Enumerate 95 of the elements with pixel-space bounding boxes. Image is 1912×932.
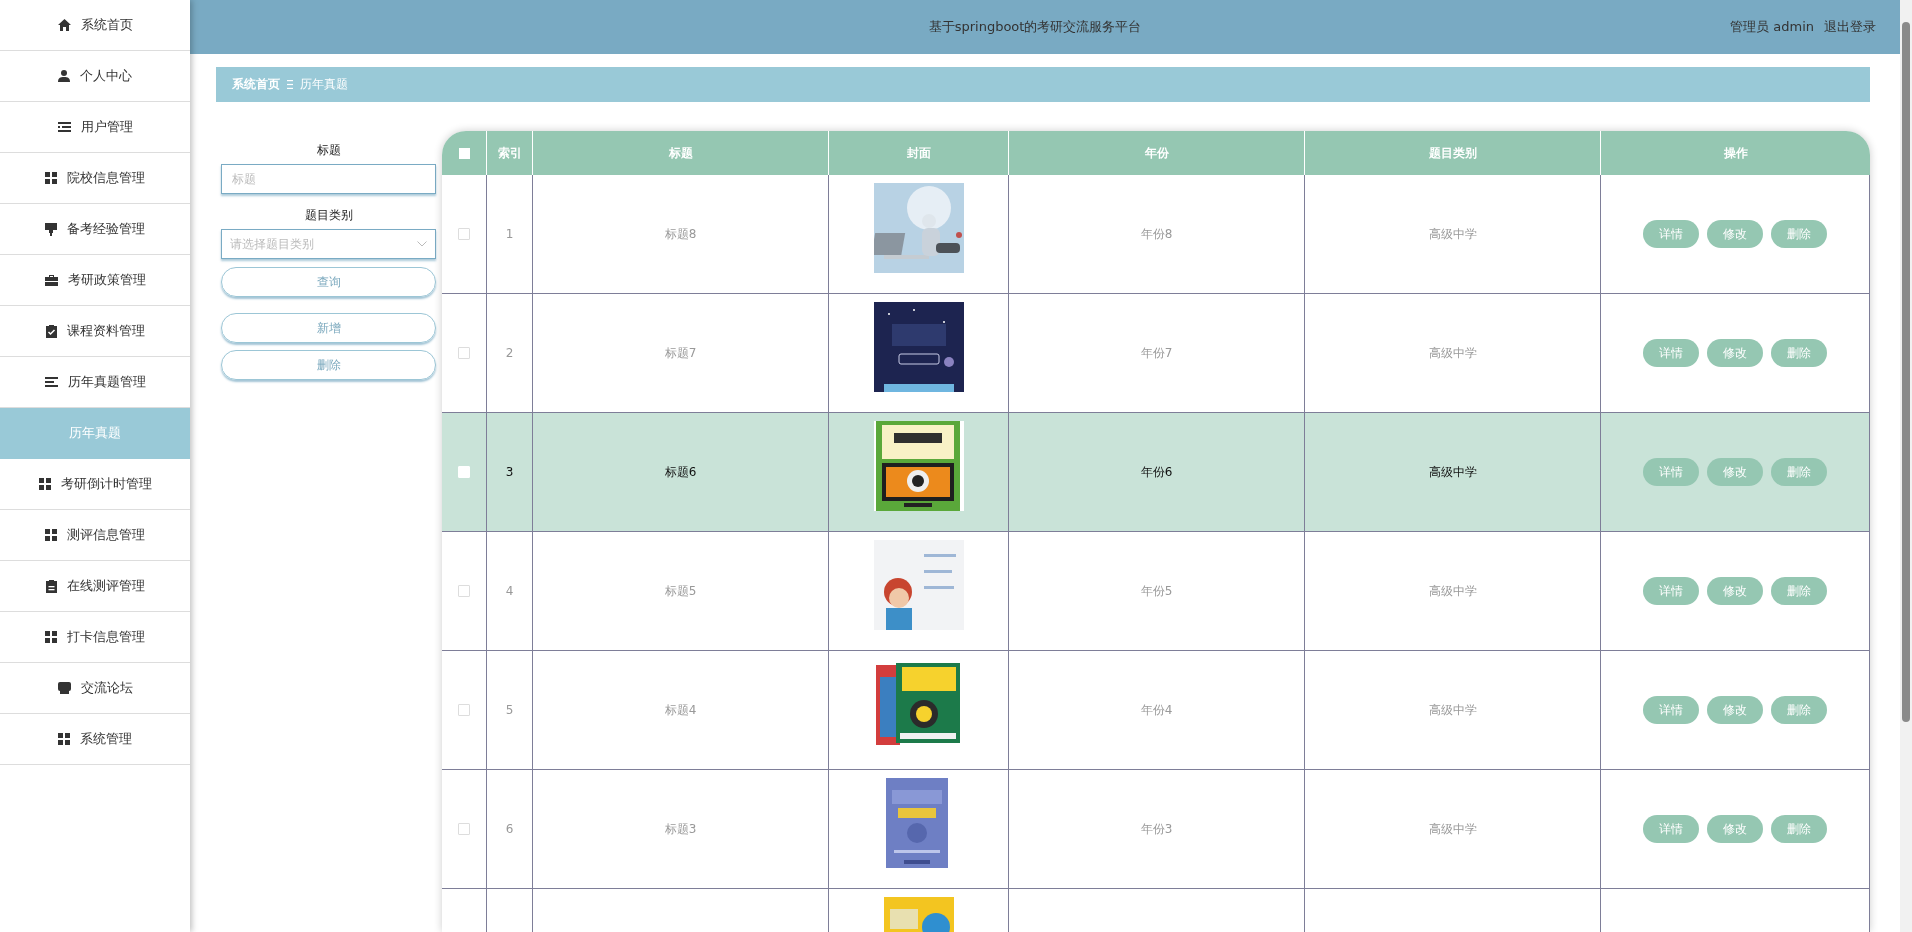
sidebar-item[interactable]: 交流论坛 <box>0 663 190 714</box>
briefcase-icon <box>44 274 58 286</box>
sidebar-item[interactable]: 在线测评管理 <box>0 561 190 612</box>
delete-button[interactable]: 删除 <box>1771 458 1827 486</box>
table-cell: 4 <box>486 532 532 651</box>
sidebar-item[interactable]: 考研政策管理 <box>0 255 190 306</box>
inbox-icon <box>57 682 71 694</box>
row-checkbox[interactable] <box>458 228 470 240</box>
table-cell: 标题6 <box>532 413 828 532</box>
table-row[interactable]: 1 标题8 年份8 高级中学 详情 修改 删除 <box>442 175 1870 294</box>
field-label: 标题 <box>315 142 342 159</box>
brush-icon <box>45 222 57 236</box>
sidebar-item[interactable]: 测评信息管理 <box>0 510 190 561</box>
table-cell: 标题5 <box>532 532 828 651</box>
category-select[interactable]: 请选择题目类别 <box>221 229 436 259</box>
table-cell: 年份5 <box>1008 532 1304 651</box>
sidebar-item[interactable]: 院校信息管理 <box>0 153 190 204</box>
sidebar-item[interactable]: 考研倒计时管理 <box>0 459 190 510</box>
table-row[interactable]: 3 标题6 年份6 高级中学 详情 修改 删除 <box>442 413 1870 532</box>
sidebar-item[interactable]: 历年真题 <box>0 408 190 459</box>
details-button[interactable]: 详情 <box>1643 339 1699 367</box>
title-field[interactable]: 标题 <box>221 164 436 194</box>
column-header: 标题 <box>532 131 828 175</box>
delete-button[interactable]: 删除 <box>1771 220 1827 248</box>
details-button[interactable]: 详情 <box>1643 458 1699 486</box>
delete-button[interactable]: 删除 <box>1771 339 1827 367</box>
row-checkbox[interactable] <box>458 347 470 359</box>
table-cell: 1 <box>486 175 532 294</box>
edit-button[interactable]: 修改 <box>1707 339 1763 367</box>
edit-button[interactable]: 修改 <box>1707 220 1763 248</box>
row-checkbox[interactable] <box>458 585 470 597</box>
column-header: 索引 <box>486 131 532 175</box>
sidebar-item[interactable]: 系统管理 <box>0 714 190 765</box>
user-label: 管理员 admin <box>1730 18 1814 36</box>
column-header: 题目类别 <box>1304 131 1600 175</box>
table-row[interactable]: 5 标题4 年份4 高级中学 详情 修改 删除 <box>442 651 1870 770</box>
details-button[interactable]: 详情 <box>1643 577 1699 605</box>
table-cell: 标题3 <box>532 770 828 889</box>
clipboard-check-icon <box>45 324 57 338</box>
column-header: 操作 <box>1600 131 1870 175</box>
scrollbar-thumb[interactable] <box>1902 22 1910 722</box>
table-cell: 高级中学 <box>1304 651 1600 770</box>
table-cell: 高级中学 <box>1304 532 1600 651</box>
list-icon <box>57 122 71 132</box>
sidebar-item[interactable]: 个人中心 <box>0 51 190 102</box>
column-header: 封面 <box>828 131 1008 175</box>
field-label: 题目类别 <box>303 207 354 224</box>
details-button[interactable]: 详情 <box>1643 815 1699 843</box>
table-row[interactable]: 4 标题5 年份5 高级中学 详情 修改 删除 <box>442 532 1870 651</box>
person-icon <box>58 70 70 82</box>
select-all-checkbox[interactable] <box>458 147 470 159</box>
row-checkbox[interactable] <box>458 704 470 716</box>
delete-button[interactable]: 删除 <box>1771 815 1827 843</box>
edit-button[interactable]: 修改 <box>1707 577 1763 605</box>
table-cell: 3 <box>486 413 532 532</box>
table-cell: 高级中学 <box>1304 413 1600 532</box>
grid-icon <box>58 733 70 745</box>
sidebar-item[interactable]: 备考经验管理 <box>0 204 190 255</box>
lines-icon <box>44 377 58 387</box>
table-row[interactable]: 6 标题3 年份3 高级中学 详情 修改 删除 <box>442 770 1870 889</box>
table-cell: 标题8 <box>532 175 828 294</box>
breadcrumb-current: 历年真题 <box>300 76 348 93</box>
grid-icon <box>45 172 57 184</box>
edit-button[interactable]: 修改 <box>1707 458 1763 486</box>
table-cell: 年份4 <box>1008 651 1304 770</box>
sidebar-item[interactable]: 用户管理 <box>0 102 190 153</box>
app-title: 基于springboot的考研交流服务平台 <box>927 18 1143 36</box>
delete-button[interactable]: 删除 <box>1771 577 1827 605</box>
table-cell: 年份8 <box>1008 175 1304 294</box>
details-button[interactable]: 详情 <box>1643 220 1699 248</box>
table-cell: 高级中学 <box>1304 175 1600 294</box>
grid-icon <box>45 631 57 643</box>
logout-link[interactable]: 退出登录 <box>1824 18 1876 36</box>
edit-button[interactable]: 修改 <box>1707 815 1763 843</box>
table-row[interactable]: 2 标题7 年份7 高级中学 详情 修改 删除 <box>442 294 1870 413</box>
grid-icon <box>45 529 57 541</box>
home-icon <box>57 19 71 31</box>
table-cell: 年份6 <box>1008 413 1304 532</box>
table-cell: 5 <box>486 651 532 770</box>
delete-button[interactable]: 删除 <box>1771 696 1827 724</box>
edit-button[interactable]: 修改 <box>1707 696 1763 724</box>
table-cell: 高级中学 <box>1304 770 1600 889</box>
table-cell: 标题4 <box>532 651 828 770</box>
row-checkbox[interactable] <box>458 823 470 835</box>
breadcrumb-link[interactable]: 系统首页 <box>232 76 280 93</box>
chevron-down-icon <box>417 241 427 247</box>
table-cell: 年份3 <box>1008 770 1304 889</box>
details-button[interactable]: 详情 <box>1643 696 1699 724</box>
grid-icon <box>38 478 51 490</box>
sidebar-item[interactable]: 课程资料管理 <box>0 306 190 357</box>
column-header: 年份 <box>1008 131 1304 175</box>
sidebar-item[interactable]: 打卡信息管理 <box>0 612 190 663</box>
table-cell: 6 <box>486 770 532 889</box>
clipboard-icon <box>45 579 57 593</box>
separator-icon <box>287 80 293 89</box>
